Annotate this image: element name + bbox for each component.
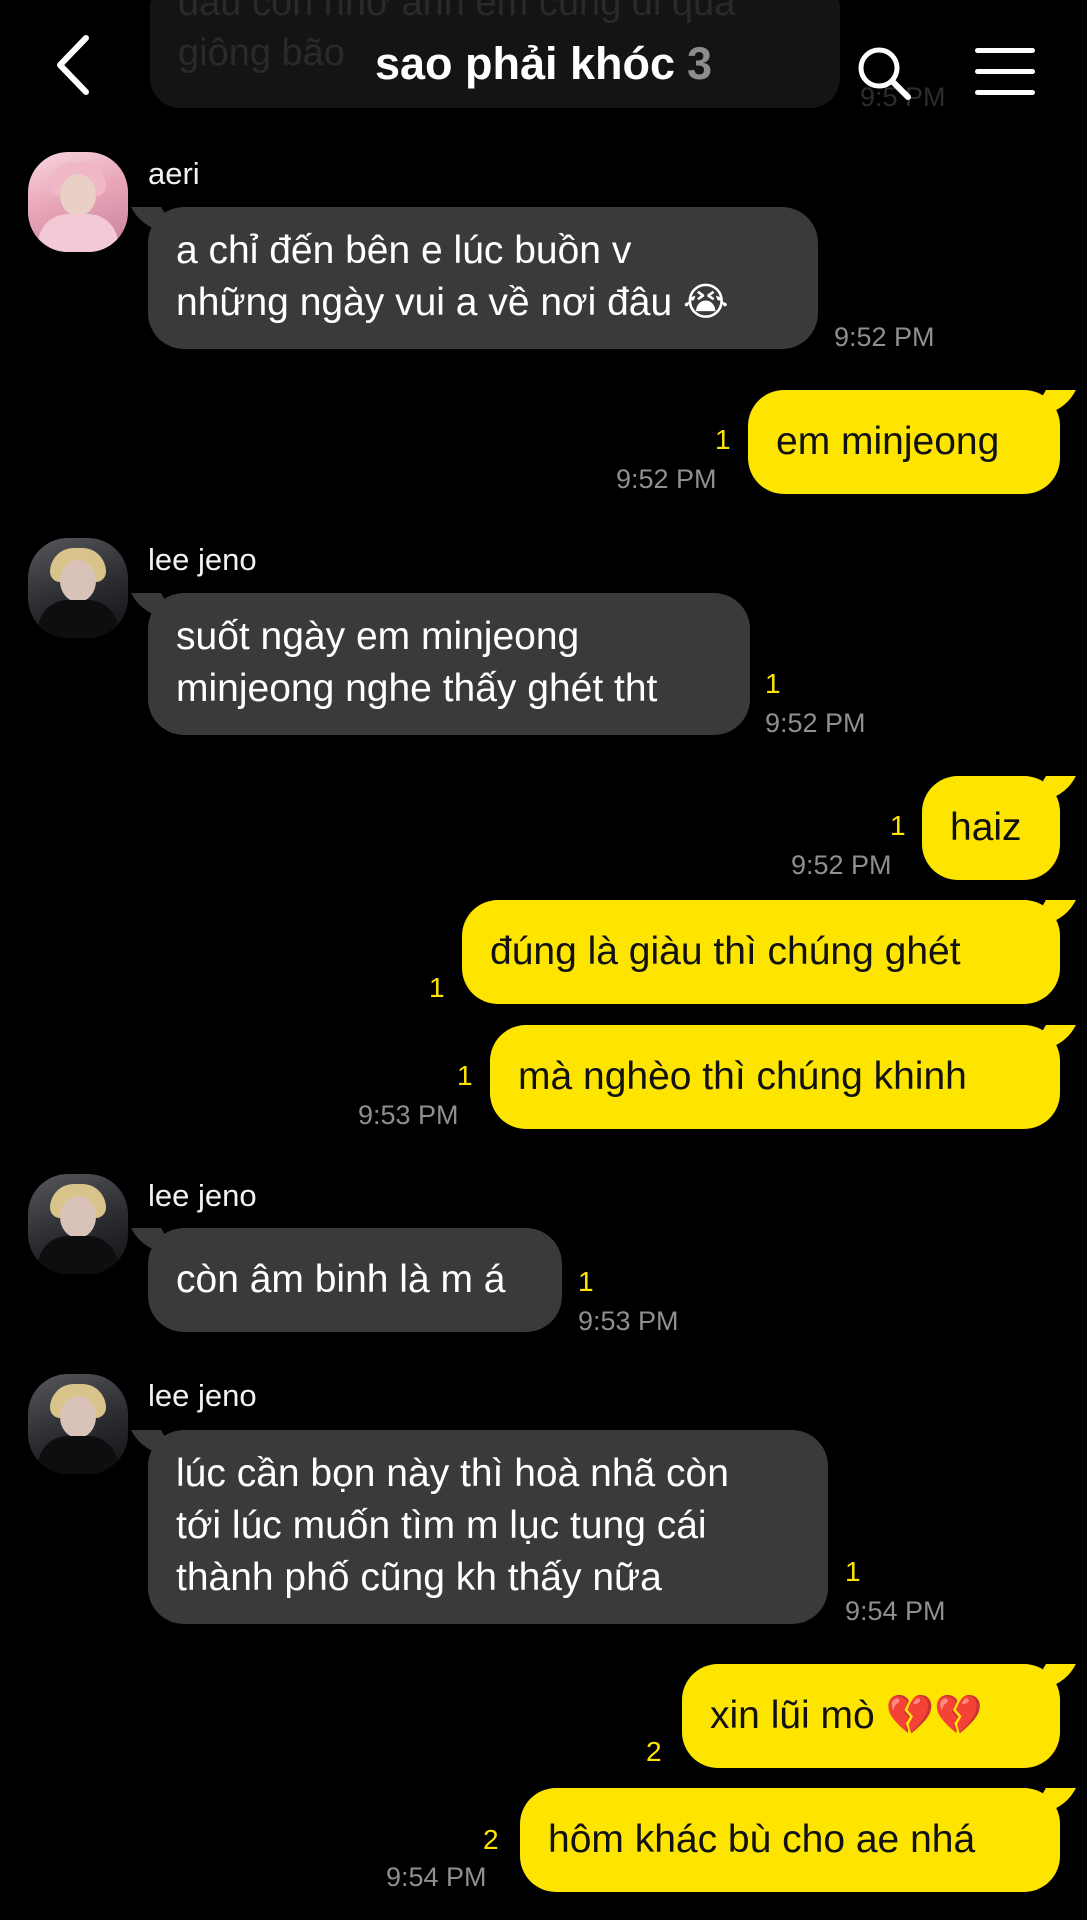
avatar-lee-jeno[interactable] xyxy=(28,1374,128,1474)
message-time: 9:53 PM xyxy=(578,1306,679,1336)
message-line: mà nghèo thì chúng khinh xyxy=(518,1055,967,1098)
unread-count: 2 xyxy=(483,1824,499,1855)
outgoing-message-bubble[interactable]: đúng là giàu thì chúng ghét xyxy=(462,900,1060,1004)
incoming-message-bubble[interactable]: a chỉ đến bên e lúc buồn v những ngày vu… xyxy=(148,207,818,349)
outgoing-message-bubble[interactable]: haiz xyxy=(922,776,1060,880)
message-line: minjeong nghe thấy ghét tht xyxy=(176,667,658,710)
sender-name: lee jeno xyxy=(148,1178,257,1213)
unread-count: 1 xyxy=(845,1556,861,1587)
message-time: 9:54 PM xyxy=(386,1862,487,1892)
outgoing-message-bubble[interactable]: hôm khác bù cho ae nhá xyxy=(520,1788,1060,1892)
message-time: 9:52 PM xyxy=(765,708,866,738)
message-line: em minjeong xyxy=(776,420,1000,463)
member-count: 3 xyxy=(687,38,713,89)
unread-count: 1 xyxy=(578,1266,594,1297)
chat-name: sao phải khóc xyxy=(374,38,676,89)
message-line: haiz xyxy=(950,806,1022,849)
search-button[interactable] xyxy=(855,44,915,104)
incoming-message-bubble[interactable]: lúc cần bọn này thì hoà nhã còn tới lúc … xyxy=(148,1430,828,1624)
message-line: hôm khác bù cho ae nhá xyxy=(548,1818,976,1861)
sender-name: aeri xyxy=(148,156,200,191)
message-line: thành phố cũng kh thấy nữa xyxy=(176,1556,662,1599)
incoming-message-bubble[interactable]: còn âm binh là m á xyxy=(148,1228,562,1332)
chat-title: sao phải khóc 3 xyxy=(0,38,1087,90)
unread-count: 1 xyxy=(457,1060,473,1091)
hamburger-menu-icon xyxy=(975,48,1035,95)
unread-count: 1 xyxy=(765,668,781,699)
incoming-message-bubble[interactable]: suốt ngày em minjeong minjeong nghe thấy… xyxy=(148,593,750,735)
sender-name: lee jeno xyxy=(148,1378,257,1413)
outgoing-message-bubble[interactable]: em minjeong xyxy=(748,390,1060,494)
message-line: đúng là giàu thì chúng ghét xyxy=(490,930,961,973)
message-time: 9:54 PM xyxy=(845,1596,946,1626)
unread-count: 1 xyxy=(890,810,906,841)
message-line: xin lũi mò 💔💔 xyxy=(710,1694,983,1737)
sender-name: lee jeno xyxy=(148,542,257,577)
outgoing-message-bubble[interactable]: mà nghèo thì chúng khinh xyxy=(490,1025,1060,1129)
chat-header: sao phải khóc 3 xyxy=(0,0,1087,140)
unread-count: 1 xyxy=(715,424,731,455)
message-line: còn âm binh là m á xyxy=(176,1258,506,1301)
message-time: 9:52 PM xyxy=(834,322,935,352)
search-icon xyxy=(858,47,911,100)
message-time: 9:52 PM xyxy=(791,850,892,880)
message-line: lúc cần bọn này thì hoà nhã còn xyxy=(176,1452,729,1495)
message-line: a chỉ đến bên e lúc buồn v xyxy=(176,229,632,272)
message-line: tới lúc muốn tìm m lục tung cái xyxy=(176,1504,707,1547)
message-line: suốt ngày em minjeong xyxy=(176,615,580,658)
avatar-aeri[interactable] xyxy=(28,152,128,252)
avatar-lee-jeno[interactable] xyxy=(28,538,128,638)
message-time: 9:53 PM xyxy=(358,1100,459,1130)
avatar-lee-jeno[interactable] xyxy=(28,1174,128,1274)
outgoing-message-bubble[interactable]: xin lũi mò 💔💔 xyxy=(682,1664,1060,1768)
message-line: những ngày vui a về nơi đâu 😭 xyxy=(176,281,729,324)
menu-button[interactable] xyxy=(975,48,1035,98)
message-time: 9:52 PM xyxy=(616,464,717,494)
unread-count: 2 xyxy=(646,1736,662,1767)
unread-count: 1 xyxy=(429,972,445,1003)
